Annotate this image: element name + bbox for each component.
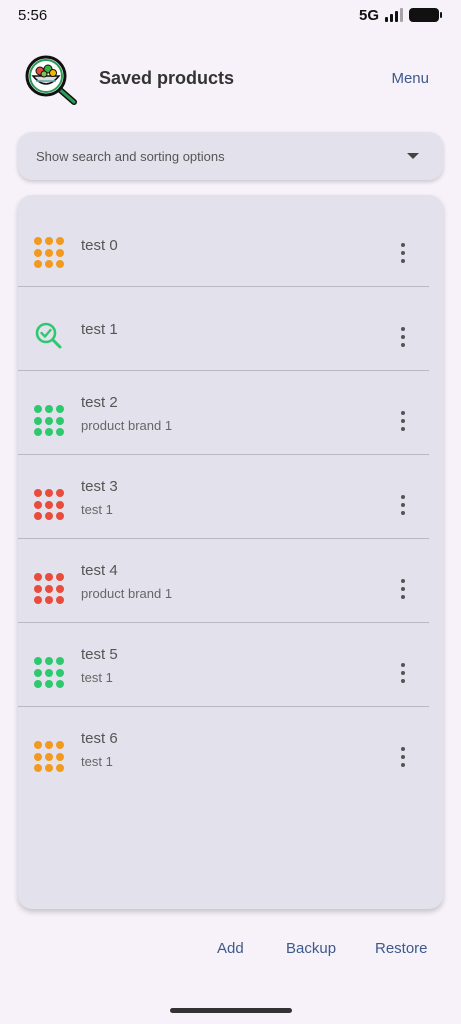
bottom-actions: Add Backup Restore (0, 940, 461, 962)
grid-dots-icon (34, 237, 66, 269)
more-vert-icon[interactable] (398, 579, 408, 599)
list-item[interactable]: test 5 test 1 (18, 623, 443, 707)
app-logo-icon (25, 55, 77, 105)
item-subtitle: product brand 1 (81, 418, 173, 433)
search-sort-label: Show search and sorting options (36, 148, 225, 164)
app-header: Saved products Menu (0, 50, 461, 110)
item-title: test 5 (81, 646, 118, 663)
item-title: test 4 (81, 562, 118, 579)
item-title: test 0 (81, 237, 118, 254)
status-indicators: 5G (358, 6, 442, 24)
backup-button[interactable]: Backup (286, 940, 336, 957)
home-indicator[interactable] (170, 1008, 292, 1013)
item-title: test 6 (81, 730, 118, 747)
network-type: 5G (358, 6, 379, 24)
more-vert-icon[interactable] (398, 663, 408, 683)
restore-button[interactable]: Restore (375, 940, 428, 957)
page-title: Saved products (99, 68, 235, 88)
grid-dots-icon (34, 657, 66, 689)
list-item[interactable]: test 4 product brand 1 (18, 539, 443, 623)
item-subtitle: test 1 (81, 670, 113, 685)
menu-button[interactable]: Menu (391, 70, 429, 87)
grid-dots-icon (34, 489, 66, 521)
list-item[interactable]: test 0 (18, 203, 443, 287)
grid-dots-icon (34, 573, 66, 605)
search-sort-toggle[interactable]: Show search and sorting options (18, 132, 443, 180)
status-time: 5:56 (18, 6, 48, 24)
more-vert-icon[interactable] (398, 747, 408, 767)
signal-icon (385, 8, 403, 22)
more-vert-icon[interactable] (398, 495, 408, 515)
grid-dots-icon (34, 741, 66, 773)
grid-dots-icon (34, 405, 66, 437)
battery-icon (409, 8, 442, 22)
list-item[interactable]: test 1 (18, 287, 443, 371)
item-subtitle: product brand 1 (81, 586, 173, 601)
item-subtitle: test 1 (81, 754, 113, 769)
item-title: test 1 (81, 321, 118, 338)
more-vert-icon[interactable] (398, 243, 408, 263)
add-button[interactable]: Add (217, 940, 244, 957)
chevron-down-icon (407, 153, 419, 159)
list-item[interactable]: test 3 test 1 (18, 455, 443, 539)
more-vert-icon[interactable] (398, 327, 408, 347)
item-title: test 3 (81, 478, 118, 495)
item-title: test 2 (81, 394, 118, 411)
status-bar: 5:56 5G (0, 0, 461, 30)
product-list: test 0 test 1 test 2 product brand 1 tes… (18, 195, 443, 909)
search-check-icon (35, 322, 62, 349)
more-vert-icon[interactable] (398, 411, 408, 431)
list-item[interactable]: test 2 product brand 1 (18, 371, 443, 455)
list-item[interactable]: test 6 test 1 (18, 707, 443, 791)
item-subtitle: test 1 (81, 502, 113, 517)
